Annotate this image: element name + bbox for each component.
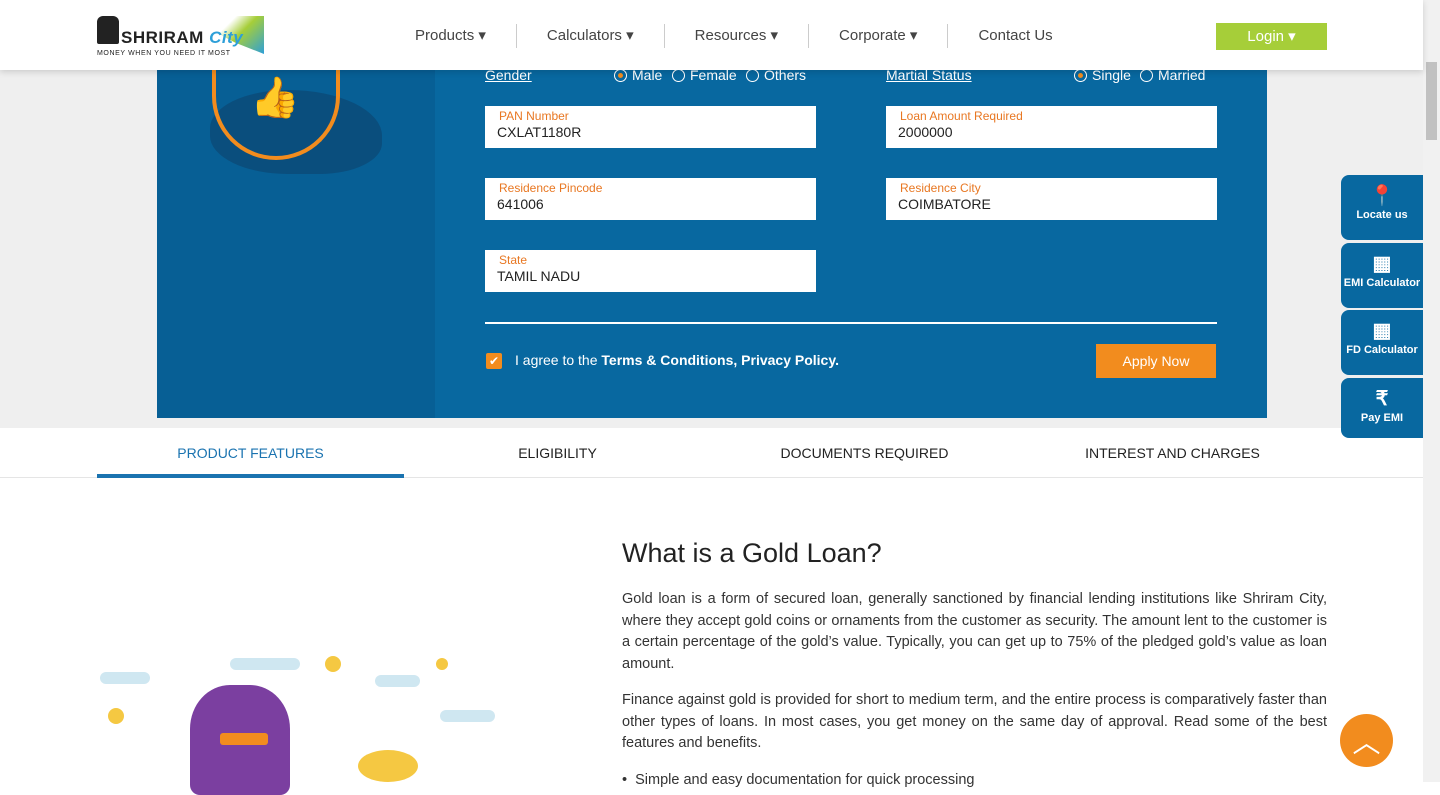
pan-number-field[interactable]: PAN Number CXLAT1180R	[485, 106, 816, 148]
tab-product-features[interactable]: PRODUCT FEATURES	[97, 428, 404, 478]
list-item: • Simple and easy documentation for quic…	[622, 772, 975, 788]
section-title: What is a Gold Loan?	[622, 538, 882, 568]
field-value[interactable]: 641006	[497, 196, 804, 212]
nav-calculators[interactable]: Calculators ▾	[517, 24, 665, 48]
field-value[interactable]: 2000000	[898, 124, 1205, 140]
side-label: Locate us	[1356, 209, 1408, 221]
agree-prefix: I agree to the	[515, 352, 602, 368]
side-label: FD Calculator	[1346, 344, 1418, 356]
logo-name: SHRIRAM	[121, 28, 204, 47]
pay-emi-button[interactable]: ₹ Pay EMI	[1341, 378, 1423, 438]
nav-products[interactable]: Products ▾	[385, 24, 517, 48]
agree-checkbox[interactable]: ✔	[486, 353, 502, 369]
locate-us-button[interactable]: 📍 Locate us	[1341, 175, 1423, 240]
field-label: Residence City	[900, 181, 981, 195]
scrollbar-thumb[interactable]	[1426, 62, 1437, 140]
field-value[interactable]: TAMIL NADU	[497, 268, 804, 284]
location-pin-icon: 📍	[1369, 185, 1395, 207]
fd-calculator-button[interactable]: ▦ FD Calculator	[1341, 310, 1423, 375]
thumbs-up-icon: 👍	[250, 76, 300, 120]
terms-privacy-link[interactable]: Terms & Conditions, Privacy Policy.	[601, 352, 839, 368]
product-tabs: PRODUCT FEATURES ELIGIBILITY DOCUMENTS R…	[0, 428, 1423, 478]
nav-corporate[interactable]: Corporate ▾	[809, 24, 949, 48]
field-value[interactable]: CXLAT1180R	[497, 124, 804, 140]
side-label: Pay EMI	[1360, 412, 1404, 424]
calculator-icon: ▦	[1372, 320, 1392, 342]
tab-documents-required[interactable]: DOCUMENTS REQUIRED	[711, 428, 1018, 478]
login-button[interactable]: Login ▾	[1216, 23, 1327, 50]
logo[interactable]: SHRIRAM City MONEY WHEN YOU NEED IT MOST	[97, 14, 267, 60]
side-label: EMI Calculator	[1343, 277, 1421, 289]
calculator-icon: ▦	[1372, 253, 1392, 275]
pincode-field[interactable]: Residence Pincode 641006	[485, 178, 816, 220]
field-label: Loan Amount Required	[900, 109, 1023, 123]
apply-now-button[interactable]: Apply Now	[1096, 344, 1216, 378]
logo-mascot-icon	[97, 16, 119, 44]
agree-text: I agree to the Terms & Conditions, Priva…	[515, 352, 839, 368]
nav-resources[interactable]: Resources ▾	[665, 24, 810, 48]
header: SHRIRAM City MONEY WHEN YOU NEED IT MOST…	[0, 0, 1423, 70]
field-value[interactable]: COIMBATORE	[898, 196, 1205, 212]
paragraph: Gold loan is a form of secured loan, gen…	[622, 591, 1327, 672]
hand-rupee-icon: ₹	[1375, 388, 1389, 410]
logo-city: City	[209, 28, 244, 47]
nav-contact-us[interactable]: Contact Us	[948, 24, 1082, 48]
logo-tagline: MONEY WHEN YOU NEED IT MOST	[97, 50, 231, 57]
city-field[interactable]: Residence City COIMBATORE	[886, 178, 1217, 220]
tab-eligibility[interactable]: ELIGIBILITY	[404, 428, 711, 478]
state-field[interactable]: State TAMIL NADU	[485, 250, 816, 292]
tab-interest-and-charges[interactable]: INTEREST AND CHARGES	[1019, 428, 1326, 478]
list-item-text: Simple and easy documentation for quick …	[635, 772, 975, 788]
emi-calculator-button[interactable]: ▦ EMI Calculator	[1341, 243, 1423, 308]
field-label: PAN Number	[499, 109, 569, 123]
divider	[485, 322, 1217, 324]
field-label: State	[499, 253, 528, 267]
scroll-to-top-button[interactable]: ︿	[1340, 714, 1393, 767]
loan-amount-field[interactable]: Loan Amount Required 2000000	[886, 106, 1217, 148]
field-label: Residence Pincode	[499, 181, 603, 195]
paragraph: Finance against gold is provided for sho…	[622, 692, 1327, 751]
main-nav: Products ▾ Calculators ▾ Resources ▾ Cor…	[385, 24, 1083, 48]
